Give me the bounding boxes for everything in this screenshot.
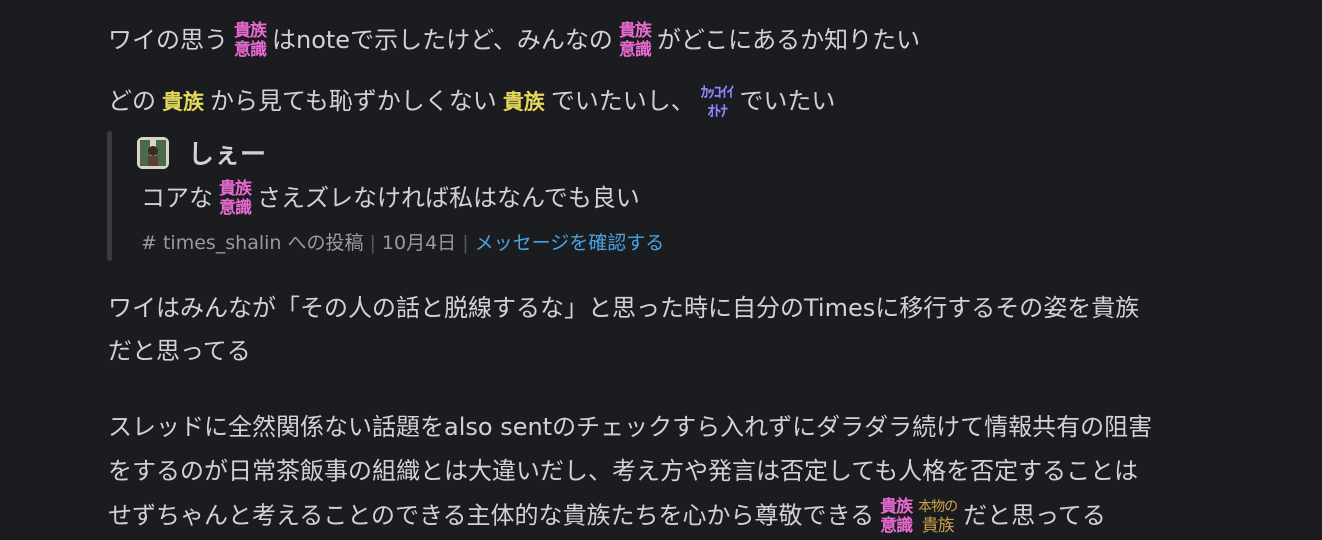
emoji-text-bottom: 意識 [618, 40, 652, 60]
quote-author[interactable]: しぇー [188, 134, 266, 171]
kizoku-ishiki-emoji[interactable]: 貴族 意識 [880, 496, 913, 536]
emoji-text-top: ｶｯｺｲｲ [700, 83, 735, 101]
emoji-text-bottom: 意識 [219, 198, 252, 218]
emoji-text-top: 貴族 [880, 496, 913, 517]
quote-date[interactable]: 10月4日 [382, 232, 456, 254]
emoji-text-top: 貴族 [234, 21, 267, 41]
kizoku-ishiki-emoji[interactable]: 貴族 意識 [234, 21, 267, 60]
kakkoii-otona-emoji[interactable]: ｶｯｺｲｲ ｵﾄﾅ [700, 83, 735, 121]
message-line-2: どの 貴族 から見ても恥ずかしくない 貴族 でいたいし、 ｶｯｺｲｲ ｵﾄﾅ でいたい [108, 83, 835, 121]
message-text: でいたい [739, 87, 836, 115]
quote-meta: # times_shalin への投稿 | 10月4日 | メッセージを確認する [141, 228, 664, 255]
quote-bar [107, 131, 112, 261]
emoji-text-bottom: ｵﾄﾅ [707, 102, 727, 120]
honmono-kizoku-emoji[interactable]: 本物の 貴族 [918, 497, 958, 536]
emoji-text-top: 貴族 [618, 21, 652, 41]
view-message-link[interactable]: メッセージを確認する [475, 232, 665, 254]
avatar[interactable] [137, 137, 169, 169]
emoji-text-bottom: 意識 [880, 515, 913, 536]
quote-text-a: コアな [141, 184, 213, 212]
separator: | [462, 232, 469, 254]
kizoku-ishiki-emoji[interactable]: 貴族 意識 [618, 21, 652, 60]
quote-channel[interactable]: # times_shalin への投稿 [141, 232, 364, 254]
message-text: だと思ってる [963, 501, 1106, 530]
message-text: はnoteで示したけど、みんなの [272, 26, 613, 54]
kizoku-emoji[interactable]: 貴族 [503, 87, 545, 117]
message-text: ワイの思う [108, 26, 228, 54]
emoji-text-bottom: 意識 [234, 40, 267, 60]
avatar-image [137, 137, 169, 169]
paragraph-2-line-2: をするのが日常茶飯事の組織とは大違いだし、考え方や発言は否定しても人格を否定する… [108, 457, 1139, 485]
paragraph-2-line-3: せずちゃんと考えることのできる主体的な貴族たちを心から尊敬できる 貴族 意識本物の貴… [108, 497, 1106, 536]
quote-text: コアな 貴族 意識 さえズレなければ私はなんでも良い [141, 178, 640, 218]
paragraph-1-line-1: ワイはみんなが「その人の話と脱線するな」と思った時に自分のTimesに移行するそ… [108, 294, 1140, 322]
quote-text-b: さえズレなければ私はなんでも良い [257, 184, 640, 212]
message-text: どの [108, 87, 156, 115]
separator: | [369, 232, 376, 254]
emoji-text-top: 貴族 [219, 179, 252, 199]
message-line-1: ワイの思う 貴族 意識 はnoteで示したけど、みんなの 貴族 意識 がどこにあるか知りたい [108, 22, 920, 60]
kizoku-ishiki-emoji[interactable]: 貴族 意識 [219, 179, 252, 218]
emoji-text-bottom: 貴族 [921, 516, 955, 536]
paragraph-2-line-1: スレッドに全然関係ない話題をalso sentのチェックすら入れずにダラダラ続け… [108, 413, 1153, 441]
emoji-text-top: 本物の [918, 499, 958, 515]
message-text: から見ても恥ずかしくない [210, 87, 497, 115]
kizoku-emoji[interactable]: 貴族 [162, 87, 204, 117]
message-text: がどこにあるか知りたい [656, 26, 921, 54]
paragraph-1-line-2: だと思ってる [108, 337, 251, 365]
message-text: せずちゃんと考えることのできる主体的な貴族たちを心から尊敬できる [108, 501, 875, 530]
message-text: でいたいし、 [550, 87, 695, 115]
